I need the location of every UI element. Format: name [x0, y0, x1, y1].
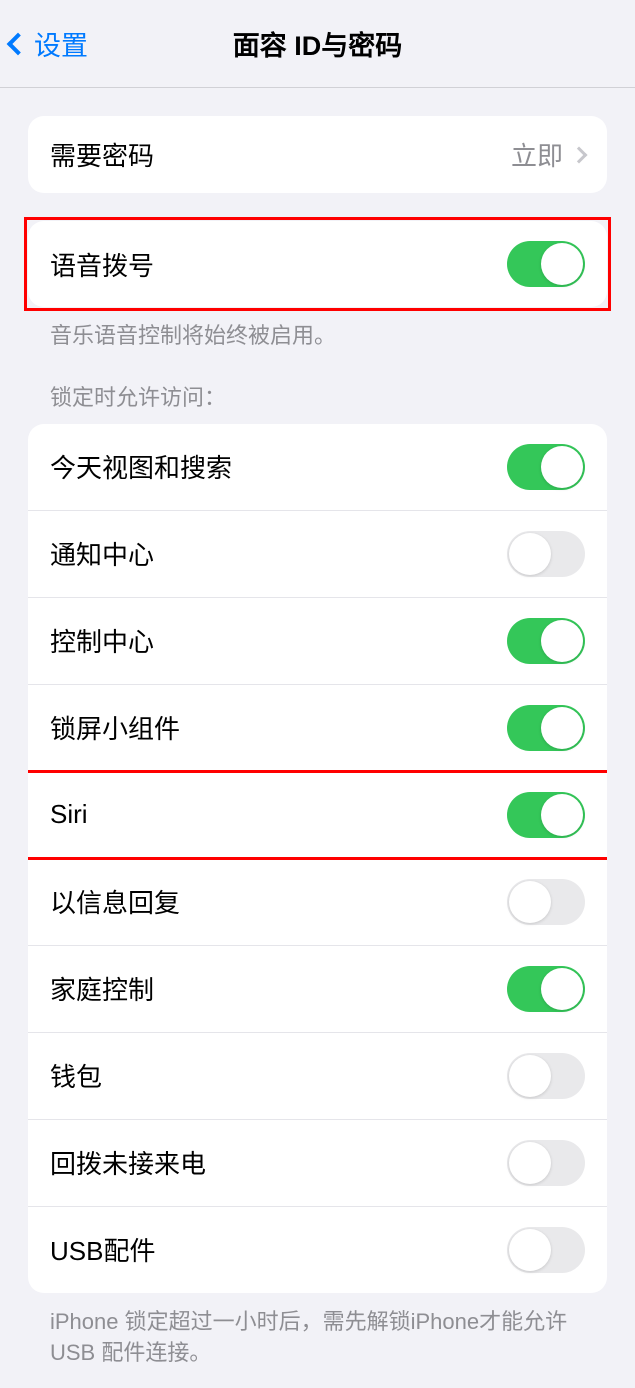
require-passcode-label: 需要密码 — [50, 136, 154, 173]
lock-access-label: USB配件 — [50, 1231, 155, 1268]
toggle-knob — [541, 968, 583, 1010]
lock-access-row-usb配件: USB配件 — [28, 1206, 607, 1293]
require-passcode-row[interactable]: 需要密码 立即 — [28, 116, 607, 193]
voice-dial-toggle[interactable] — [507, 241, 585, 287]
lock-access-row-通知中心: 通知中心 — [28, 510, 607, 597]
lock-access-row-锁屏小组件: 锁屏小组件 — [28, 684, 607, 771]
lock-access-label: 钱包 — [50, 1057, 102, 1094]
toggle-knob — [541, 620, 583, 662]
back-button[interactable]: 设置 — [10, 24, 88, 63]
lock-access-row-以信息回复: 以信息回复 — [28, 858, 607, 945]
lock-access-label: 回拨未接来电 — [50, 1144, 206, 1181]
lock-access-label: Siri — [50, 799, 88, 830]
toggle-knob — [541, 446, 583, 488]
toggle-knob — [509, 1229, 551, 1271]
lock-access-row-回拨未接来电: 回拨未接来电 — [28, 1119, 607, 1206]
lock-access-toggle-控制中心[interactable] — [507, 618, 585, 664]
lock-access-toggle-回拨未接来电[interactable] — [507, 1140, 585, 1186]
lock-access-toggle-钱包[interactable] — [507, 1053, 585, 1099]
lock-access-label: 以信息回复 — [50, 883, 180, 920]
lock-access-toggle-家庭控制[interactable] — [507, 966, 585, 1012]
lock-access-label: 家庭控制 — [50, 970, 154, 1007]
lock-access-label: 今天视图和搜索 — [50, 448, 232, 485]
lock-access-row-今天视图和搜索: 今天视图和搜索 — [28, 424, 607, 510]
require-passcode-value: 立即 — [511, 136, 585, 173]
lock-access-row-控制中心: 控制中心 — [28, 597, 607, 684]
back-label: 设置 — [34, 24, 88, 63]
voice-dial-row: 语音拨号 — [28, 221, 607, 307]
lock-access-label: 控制中心 — [50, 622, 154, 659]
chevron-left-icon — [7, 32, 30, 55]
toggle-knob — [541, 794, 583, 836]
lock-access-toggle-通知中心[interactable] — [507, 531, 585, 577]
toggle-knob — [509, 533, 551, 575]
lock-access-row-家庭控制: 家庭控制 — [28, 945, 607, 1032]
toggle-knob — [541, 243, 583, 285]
lock-access-row-siri: Siri — [28, 771, 607, 858]
lock-access-row-钱包: 钱包 — [28, 1032, 607, 1119]
lock-access-toggle-锁屏小组件[interactable] — [507, 705, 585, 751]
voice-dial-label: 语音拨号 — [50, 246, 154, 283]
toggle-knob — [509, 1055, 551, 1097]
lock-access-toggle-今天视图和搜索[interactable] — [507, 444, 585, 490]
navigation-header: 设置 面容 ID与密码 — [0, 0, 635, 88]
lock-access-label: 锁屏小组件 — [50, 709, 180, 746]
lock-access-label: 通知中心 — [50, 535, 154, 572]
lock-access-toggle-usb配件[interactable] — [507, 1227, 585, 1273]
lock-access-header: 锁定时允许访问： — [28, 380, 607, 424]
page-title: 面容 ID与密码 — [16, 24, 619, 63]
toggle-knob — [541, 707, 583, 749]
lock-access-toggle-以信息回复[interactable] — [507, 879, 585, 925]
toggle-knob — [509, 1142, 551, 1184]
lock-access-toggle-siri[interactable] — [507, 792, 585, 838]
lock-access-footer: iPhone 锁定超过一小时后，需先解锁iPhone才能允许USB 配件连接。 — [28, 1293, 607, 1369]
toggle-knob — [509, 881, 551, 923]
chevron-right-icon — [571, 146, 588, 163]
voice-dial-footer: 音乐语音控制将始终被启用。 — [28, 307, 607, 352]
